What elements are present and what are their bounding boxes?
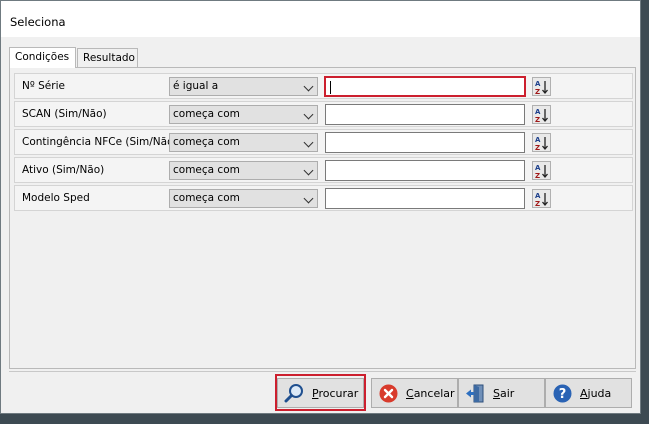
cancel-icon: [379, 384, 398, 403]
cancelar-button[interactable]: Cancelar: [371, 378, 458, 408]
window-title: Seleciona: [10, 15, 66, 29]
title-bar: Seleciona: [1, 1, 640, 37]
operator-select[interactable]: começa com: [169, 133, 318, 152]
value-input[interactable]: [325, 188, 525, 209]
text-caret: [330, 81, 331, 94]
tab-condicoes[interactable]: Condições: [9, 47, 76, 68]
svg-text:A: A: [535, 80, 541, 88]
ajuda-label: Ajuda: [580, 387, 612, 400]
condition-row-contingencia: Contingência NFCe (Sim/Não) começa com A…: [14, 129, 633, 155]
magnifier-icon: [284, 384, 303, 403]
operator-value: é igual a: [173, 80, 219, 92]
svg-text:Z: Z: [535, 144, 540, 151]
operator-select[interactable]: começa com: [169, 161, 318, 180]
sort-az-icon: A Z: [535, 80, 548, 95]
condition-label: SCAN (Sim/Não): [22, 108, 107, 120]
ajuda-button[interactable]: ? Ajuda: [545, 378, 632, 408]
sort-az-button[interactable]: A Z: [532, 161, 551, 180]
sair-label: Sair: [493, 387, 515, 400]
chevron-down-icon: [303, 137, 314, 148]
tab-condicoes-label: Condições: [15, 51, 70, 63]
exit-door-icon: [466, 384, 484, 403]
condition-row-nserie: Nº Série é igual a A Z: [14, 73, 633, 99]
operator-select[interactable]: é igual a: [169, 77, 318, 96]
select-dialog: Seleciona Condições Resultado Nº Série é…: [0, 0, 641, 414]
procurar-button[interactable]: Procurar: [277, 378, 364, 408]
chevron-down-icon: [303, 109, 314, 120]
value-input[interactable]: [325, 104, 525, 125]
value-input[interactable]: [325, 160, 525, 181]
condition-row-ativo: Ativo (Sim/Não) começa com A Z: [14, 157, 633, 183]
operator-value: começa com: [173, 136, 240, 148]
condition-label: Modelo Sped: [22, 192, 90, 204]
value-input[interactable]: [325, 132, 525, 153]
condition-row-scan: SCAN (Sim/Não) começa com A Z: [14, 101, 633, 127]
tab-resultado[interactable]: Resultado: [77, 48, 138, 67]
procurar-label: Procurar: [312, 387, 359, 400]
operator-value: começa com: [173, 192, 240, 204]
svg-text:A: A: [535, 164, 541, 172]
svg-text:A: A: [535, 136, 541, 144]
svg-text:Z: Z: [535, 116, 540, 123]
chevron-down-icon: [303, 193, 314, 204]
sort-az-button[interactable]: A Z: [532, 133, 551, 152]
svg-text:A: A: [535, 108, 541, 116]
sort-az-icon: A Z: [535, 192, 548, 207]
svg-text:Z: Z: [535, 88, 540, 95]
sort-az-icon: A Z: [535, 108, 548, 123]
svg-text:A: A: [535, 192, 541, 200]
chevron-down-icon: [303, 165, 314, 176]
sort-az-button[interactable]: A Z: [532, 77, 551, 96]
operator-select[interactable]: começa com: [169, 105, 318, 124]
button-bar: Procurar Cancelar Sair ? Ajuda: [9, 371, 636, 412]
condition-label: Ativo (Sim/Não): [22, 164, 105, 176]
tab-resultado-label: Resultado: [83, 52, 135, 64]
chevron-down-icon: [303, 81, 314, 92]
sort-az-icon: A Z: [535, 136, 548, 151]
sort-az-button[interactable]: A Z: [532, 189, 551, 208]
operator-select[interactable]: começa com: [169, 189, 318, 208]
value-input[interactable]: [324, 76, 526, 97]
sair-button[interactable]: Sair: [458, 378, 545, 408]
condition-row-modelo-sped: Modelo Sped começa com A Z: [14, 185, 633, 211]
cancelar-label: Cancelar: [406, 387, 455, 400]
svg-text:?: ?: [559, 387, 567, 402]
svg-text:Z: Z: [535, 172, 540, 179]
sort-az-icon: A Z: [535, 164, 548, 179]
conditions-panel: Nº Série é igual a A Z SCAN (Sim/Não) co…: [9, 67, 636, 369]
svg-text:Z: Z: [535, 200, 540, 207]
operator-value: começa com: [173, 108, 240, 120]
sort-az-button[interactable]: A Z: [532, 105, 551, 124]
help-icon: ?: [553, 384, 572, 403]
operator-value: começa com: [173, 164, 240, 176]
condition-label: Contingência NFCe (Sim/Não): [22, 136, 172, 148]
condition-label: Nº Série: [22, 80, 65, 92]
